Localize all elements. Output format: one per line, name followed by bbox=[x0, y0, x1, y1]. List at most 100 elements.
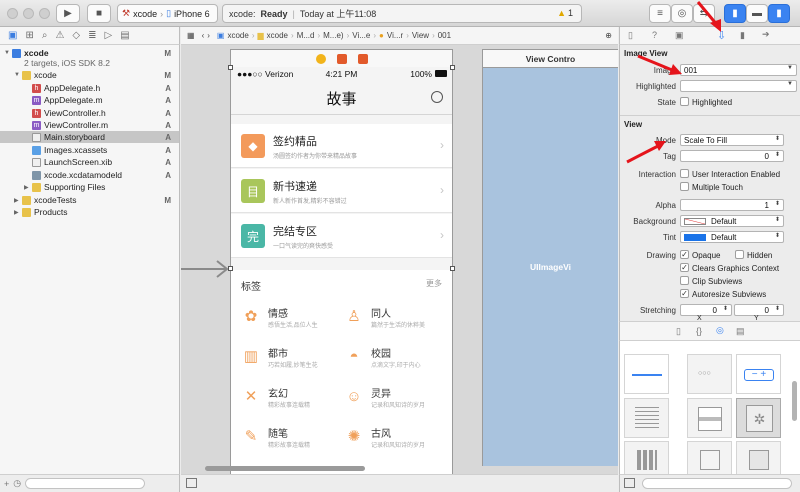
size-inspector-icon[interactable]: ▮ bbox=[740, 30, 745, 41]
resize-handle[interactable] bbox=[228, 65, 233, 70]
breakpoint-icon[interactable]: ▷ bbox=[105, 30, 113, 41]
library-item-image-view[interactable]: ✲ bbox=[736, 398, 781, 438]
media-library-icon[interactable]: ▤ bbox=[736, 326, 745, 337]
object-library-icon[interactable]: ◎ bbox=[716, 325, 724, 336]
alpha-stepper-field[interactable]: 1 ⬍ bbox=[680, 199, 784, 211]
issue-icon[interactable]: ⚠ bbox=[55, 30, 64, 41]
tree-item-file[interactable]: m ViewController.m A bbox=[0, 119, 179, 131]
resize-handle[interactable] bbox=[228, 266, 233, 271]
breadcrumb-item[interactable]: xcode bbox=[267, 31, 288, 40]
log-icon[interactable]: ▤ bbox=[120, 30, 129, 41]
stepper-icon[interactable]: ⬍ bbox=[775, 305, 780, 312]
toggle-debug-button[interactable]: ▬ bbox=[746, 4, 768, 23]
tag-item[interactable]: ✿ 情感 感悟生活,品位人生 bbox=[241, 302, 341, 332]
file-template-icon[interactable]: ▯ bbox=[676, 326, 681, 337]
category-card-newbooks[interactable]: 目 新书速递 新人新作首发,精彩不容错过 › bbox=[231, 169, 452, 213]
tag-item[interactable]: ♙ 同人 篇然于生活的休粹美 bbox=[344, 302, 444, 332]
stepper-icon[interactable]: ⬍ bbox=[775, 200, 780, 207]
disclosure-closed-icon[interactable]: ▶ bbox=[14, 209, 22, 216]
library-item-page-control[interactable]: ○○○ bbox=[687, 354, 732, 394]
library-item-table-view[interactable] bbox=[624, 398, 669, 438]
breadcrumb-item[interactable]: Vi...r bbox=[387, 31, 403, 40]
autoresize-subviews-checkbox[interactable]: ✓ bbox=[680, 289, 689, 298]
image-view-placeholder[interactable]: UIImageVi bbox=[482, 68, 618, 466]
test-icon[interactable]: ◇ bbox=[72, 30, 80, 41]
toggle-utilities-button[interactable]: ▮ bbox=[768, 4, 790, 23]
tag-item[interactable]: ✕ 玄幻 精彩故事连载精 bbox=[241, 382, 341, 412]
filter-field[interactable] bbox=[25, 478, 146, 489]
highlighted-combobox[interactable]: ▼ bbox=[680, 80, 797, 92]
multiple-touch-checkbox[interactable] bbox=[680, 182, 689, 191]
mode-popup[interactable]: Scale To Fill ⬍ bbox=[680, 134, 784, 146]
related-items-icon[interactable]: ▦ bbox=[187, 31, 195, 40]
library-item-collection-cell[interactable] bbox=[687, 441, 732, 474]
debug-icon[interactable]: ≣ bbox=[88, 30, 96, 41]
identity-inspector-icon[interactable]: ▣ bbox=[675, 30, 684, 41]
tree-item-group-products[interactable]: ▶ Products bbox=[0, 206, 179, 218]
library-item-collection-view[interactable] bbox=[624, 441, 669, 474]
exit-icon[interactable] bbox=[357, 53, 368, 64]
grid-list-toggle-icon[interactable] bbox=[624, 478, 635, 488]
tag-item[interactable]: ☺ 灵异 记录和风知诗的岁月 bbox=[344, 382, 444, 412]
hidden-checkbox[interactable] bbox=[735, 250, 744, 259]
zoom-window-button[interactable] bbox=[39, 8, 50, 19]
breadcrumb-item[interactable]: Vi...e bbox=[352, 31, 370, 40]
symbol-icon[interactable]: ⊞ bbox=[25, 30, 33, 41]
tree-item-group-tests[interactable]: ▶ xcodeTests M bbox=[0, 194, 179, 206]
library-filter-field[interactable] bbox=[642, 478, 792, 489]
tree-item-group-xcode[interactable]: ▼ xcode M bbox=[0, 69, 179, 81]
scheme-selector[interactable]: ⚒ xcode › ▯ iPhone 6 bbox=[117, 4, 218, 23]
add-icon[interactable]: + bbox=[4, 479, 9, 489]
code-snippet-icon[interactable]: {} bbox=[696, 326, 702, 336]
stretch-y-field[interactable]: 0 ⬍ bbox=[734, 304, 784, 316]
search-icon[interactable]: ⌕ bbox=[42, 30, 48, 41]
tree-item-file[interactable]: m AppDelegate.m A bbox=[0, 94, 179, 106]
library-item-container[interactable] bbox=[736, 441, 781, 474]
forward-icon[interactable]: › bbox=[207, 31, 210, 40]
library-scrollbar[interactable] bbox=[792, 381, 797, 421]
tree-item-file[interactable]: xcode.xcdatamodeld A bbox=[0, 169, 179, 181]
canvas-horizontal-scrollbar[interactable] bbox=[205, 466, 365, 471]
minimize-window-button[interactable] bbox=[23, 8, 34, 19]
background-color-popup[interactable]: Default ⬍ bbox=[680, 215, 784, 227]
tint-color-popup[interactable]: Default ⬍ bbox=[680, 231, 784, 243]
tag-item[interactable]: ◓ 校园 点滴文字,印于内心 bbox=[344, 342, 444, 372]
category-card-completed[interactable]: 完 完结专区 一口气读完的爽快感受 › bbox=[231, 214, 452, 258]
toggle-navigator-button[interactable]: ▮ bbox=[724, 4, 746, 23]
image-combobox[interactable]: 001 ▼ bbox=[680, 64, 797, 76]
disclosure-closed-icon[interactable]: ▶ bbox=[14, 197, 22, 204]
file-inspector-icon[interactable]: ▯ bbox=[628, 30, 633, 41]
library-item-progress-view[interactable] bbox=[624, 354, 669, 394]
tree-item-file-selected[interactable]: Main.storyboard A bbox=[0, 131, 179, 144]
breadcrumb-item[interactable]: 001 bbox=[438, 31, 451, 40]
view-controller-icon[interactable] bbox=[315, 53, 326, 64]
disclosure-open-icon[interactable]: ▼ bbox=[4, 50, 12, 56]
highlighted-checkbox[interactable] bbox=[680, 97, 689, 106]
stretch-x-field[interactable]: 0 ⬍ bbox=[680, 304, 732, 316]
clip-subviews-checkbox[interactable] bbox=[680, 276, 689, 285]
tag-item[interactable]: ✺ 古风 记录和风知诗的岁月 bbox=[344, 422, 444, 452]
first-responder-icon[interactable] bbox=[336, 53, 347, 64]
run-button[interactable]: ▶ bbox=[56, 4, 80, 23]
clock-icon[interactable]: ◷ bbox=[13, 478, 21, 489]
tree-item-file[interactable]: Images.xcassets A bbox=[0, 144, 179, 156]
tags-more-link[interactable]: 更多 bbox=[426, 278, 442, 289]
stepper-icon[interactable]: ⬍ bbox=[723, 305, 728, 312]
document-outline-toggle-icon[interactable] bbox=[186, 478, 197, 488]
back-icon[interactable]: ‹ bbox=[202, 31, 205, 40]
tree-item-file[interactable]: h ViewController.h A bbox=[0, 107, 179, 119]
assistant-editor-button[interactable]: ◎ bbox=[671, 4, 693, 23]
breadcrumb-item[interactable]: M...d bbox=[297, 31, 315, 40]
opaque-checkbox[interactable]: ✓ bbox=[680, 250, 689, 259]
phone-scene-view[interactable]: ●●●○○ Verizon 4:21 PM 100% 故事 ◆ 签约精品 汤圆签… bbox=[230, 67, 453, 474]
library-item-table-cell[interactable] bbox=[687, 398, 732, 438]
resize-handle[interactable] bbox=[450, 65, 455, 70]
folder-icon[interactable]: ▣ bbox=[8, 30, 17, 41]
quick-help-icon[interactable]: ? bbox=[652, 30, 657, 40]
breadcrumb-item[interactable]: View bbox=[412, 31, 429, 40]
library-item-stepper[interactable]: − + bbox=[736, 354, 781, 394]
assistant-icon[interactable]: ⊕ bbox=[605, 31, 612, 40]
standard-editor-button[interactable]: ≡ bbox=[649, 4, 671, 23]
connections-inspector-icon[interactable]: ➔ bbox=[762, 29, 770, 40]
tag-item[interactable]: ▥ 都市 巧若如履,妙笔生花 bbox=[241, 342, 341, 372]
